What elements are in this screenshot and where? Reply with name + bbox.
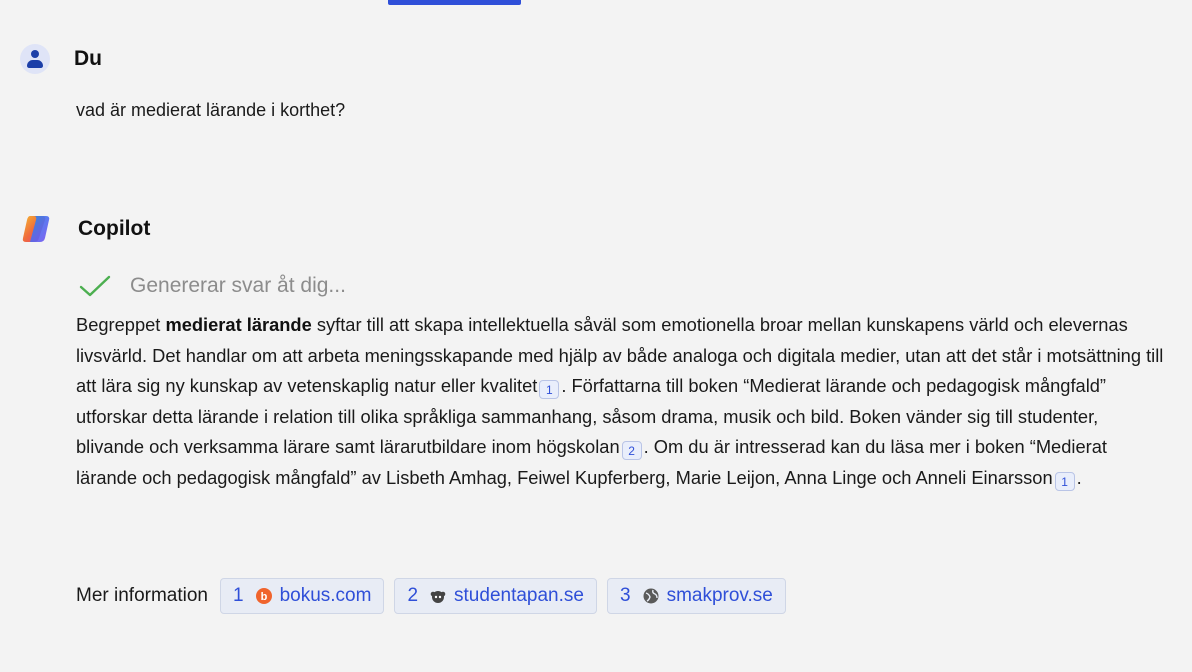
citation-1-link[interactable]: 1 xyxy=(1054,471,1075,491)
source-name: bokus.com xyxy=(279,585,372,606)
source-number: 1 xyxy=(233,585,244,606)
answer-bold-term: medierat lärande xyxy=(165,314,312,335)
globe-icon xyxy=(643,588,659,604)
source-chip-bokus[interactable]: 1 b bokus.com xyxy=(220,578,385,614)
source-number: 3 xyxy=(619,585,631,606)
source-name: studentapan.se xyxy=(454,585,584,606)
source-number: 2 xyxy=(407,585,419,606)
answer-segment: Begreppet xyxy=(76,314,166,335)
citation-1-link[interactable]: 1 xyxy=(539,380,560,399)
active-tab-indicator xyxy=(388,0,521,5)
more-information-bar: Mer information 1 b bokus.com 2 studenta… xyxy=(76,578,796,614)
source-name: smakprov.se xyxy=(666,585,773,606)
copilot-answer-text: Begreppet medierat lärande syftar till a… xyxy=(76,310,1166,493)
user-message-header: Du xyxy=(20,44,102,74)
more-information-label: Mer information xyxy=(76,585,208,606)
user-message-text: vad är medierat lärande i korthet? xyxy=(76,100,346,120)
studentapan-icon xyxy=(430,588,446,604)
user-author-name: Du xyxy=(74,47,102,70)
bokus-icon: b xyxy=(255,588,272,604)
generation-status: Genererar svar åt dig... xyxy=(78,274,346,298)
status-text: Genererar svar åt dig... xyxy=(130,274,346,297)
source-chip-studentapan[interactable]: 2 studentapan.se xyxy=(394,578,597,614)
copilot-message-header: Copilot xyxy=(20,212,150,246)
source-chip-smakprov[interactable]: 3 smakprov.se xyxy=(606,578,786,614)
user-avatar-icon xyxy=(20,44,50,74)
copilot-logo-icon xyxy=(22,216,50,242)
citation-2-link[interactable]: 2 xyxy=(621,441,642,460)
svg-text:b: b xyxy=(260,591,267,603)
copilot-author-name: Copilot xyxy=(78,217,151,240)
answer-segment: . xyxy=(1076,466,1082,488)
checkmark-icon xyxy=(79,275,111,297)
